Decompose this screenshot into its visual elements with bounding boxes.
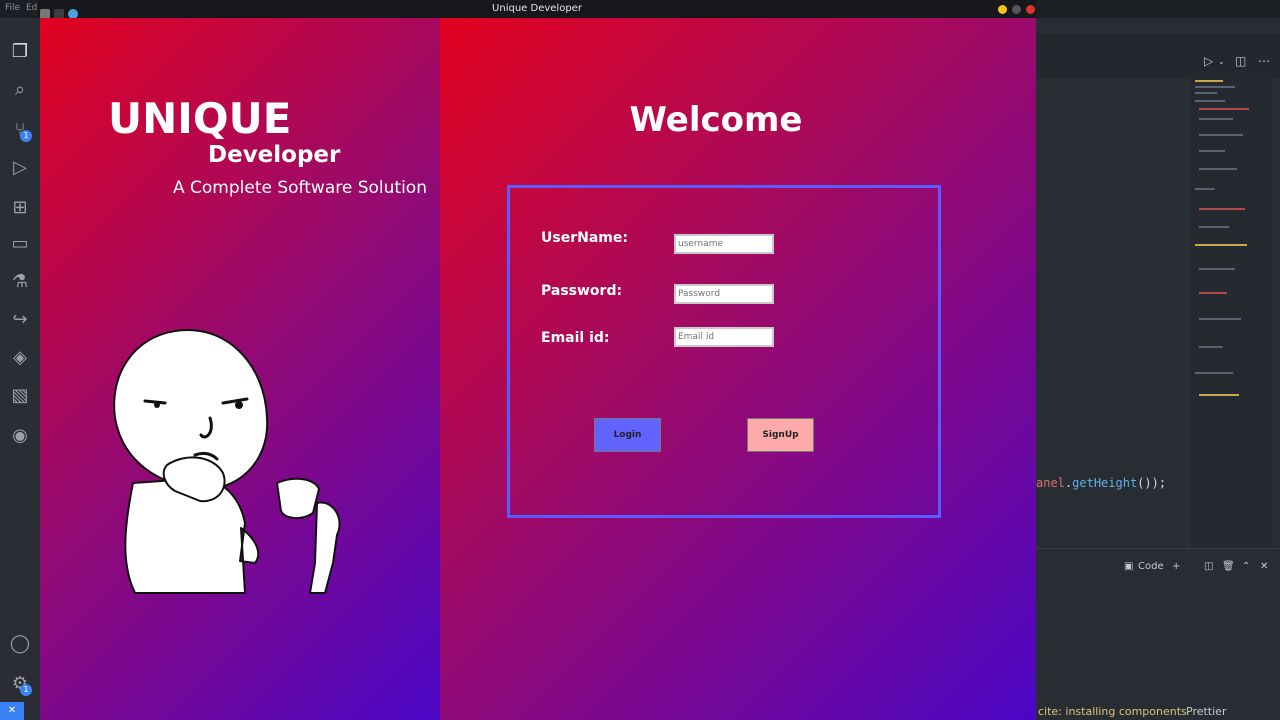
email-label: Email id: <box>541 330 610 346</box>
trash-icon[interactable]: 🗑 <box>1222 561 1235 572</box>
code-method: getHeight <box>1072 476 1138 490</box>
more-actions-icon[interactable]: ⋯ <box>1258 54 1270 68</box>
code-line[interactable]: anel.getHeight()); <box>1036 476 1166 490</box>
password-label: Password: <box>541 283 623 299</box>
search-icon[interactable]: ⌕ <box>8 78 32 102</box>
new-terminal-icon[interactable]: + <box>1172 561 1180 572</box>
login-panel: Welcome UserName: Password: Email id: Lo… <box>440 18 1036 720</box>
minimize-icon[interactable] <box>998 5 1007 14</box>
split-terminal-icon[interactable]: ◫ <box>1204 561 1213 572</box>
login-button[interactable]: Login <box>594 418 661 452</box>
code-identifier: anel <box>1036 476 1065 490</box>
brand-tagline: A Complete Software Solution <box>173 178 427 198</box>
welcome-heading: Welcome <box>629 100 803 140</box>
activity-bar: ❐ ⌕ ⑂ 1 ▷ ⊞ ▭ ⚗ ↪ ◈ ▧ ◉ ◯ ⚙ 1 <box>0 18 40 720</box>
brand-title: UNIQUE <box>108 94 292 143</box>
thinking-meme-illustration <box>113 328 341 594</box>
share-icon[interactable]: ↪ <box>8 308 32 332</box>
run-debug-icon[interactable]: ▷ <box>8 156 32 180</box>
explorer-icon[interactable]: ❐ <box>8 40 32 64</box>
python-icon[interactable]: ◈ <box>8 346 32 370</box>
testing-icon[interactable]: ⚗ <box>8 270 32 294</box>
branding-panel: UNIQUE Developer A Complete Software Sol… <box>40 18 440 720</box>
window-title: Unique Developer <box>492 3 582 14</box>
close-panel-icon[interactable]: ✕ <box>1260 561 1268 572</box>
run-dropdown-icon[interactable]: ⌄ <box>1218 57 1225 66</box>
split-editor-icon[interactable]: ◫ <box>1235 54 1246 68</box>
terminal-icon: ▣ <box>1124 561 1134 572</box>
extensions-icon[interactable]: ⊞ <box>8 196 32 220</box>
terminal-panel: ▣ Code + ◫ 🗑 ⌃ ✕ <box>1036 548 1280 704</box>
maximize-icon[interactable] <box>1012 5 1021 14</box>
account-icon[interactable]: ◯ <box>8 632 32 656</box>
tool-icon[interactable]: ▧ <box>8 384 32 408</box>
username-input[interactable] <box>674 234 774 254</box>
signup-button[interactable]: SignUp <box>747 418 814 452</box>
editor-area: ▷ ⌄ ◫ ⋯ anel.getHeight()); ▣ Code + ◫ 🗑 … <box>1036 18 1280 720</box>
window-titlebar[interactable]: Unique Developer <box>38 0 1036 19</box>
code-suffix: ()); <box>1137 476 1167 490</box>
menu-file[interactable]: File <box>5 3 20 13</box>
settings-badge: 1 <box>20 684 32 696</box>
minimap[interactable] <box>1188 78 1272 558</box>
prettier-status[interactable]: Prettier <box>1186 705 1226 718</box>
close-icon[interactable] <box>1026 5 1035 14</box>
brand-subtitle: Developer <box>208 142 341 168</box>
terminal-code-label[interactable]: Code <box>1138 561 1164 572</box>
status-bar: cite: installing components Prettier <box>1036 704 1280 720</box>
login-form: UserName: Password: Email id: Login Sign… <box>507 185 941 518</box>
editor-tabbar: ▷ ⌄ ◫ ⋯ <box>1036 34 1280 78</box>
status-message[interactable]: cite: installing components <box>1038 705 1187 718</box>
github-icon[interactable]: ◉ <box>8 424 32 448</box>
remote-indicator-icon[interactable]: ✕ <box>0 702 24 720</box>
email-input[interactable] <box>674 327 774 347</box>
remote-explorer-icon[interactable]: ▭ <box>8 232 32 256</box>
source-control-badge: 1 <box>20 130 32 142</box>
run-icon[interactable]: ▷ <box>1204 54 1213 68</box>
password-input[interactable] <box>674 284 774 304</box>
maximize-panel-icon[interactable]: ⌃ <box>1242 561 1250 572</box>
username-label: UserName: <box>541 230 628 246</box>
remote-status: ✕ <box>0 702 40 720</box>
